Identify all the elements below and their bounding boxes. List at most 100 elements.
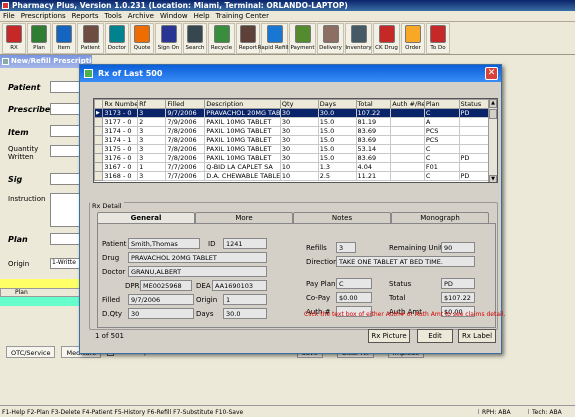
tab-monograph[interactable]: Monograph [391, 212, 489, 223]
table-cell: 107.22 [355, 108, 392, 118]
table-cell: 30.0 [317, 108, 357, 118]
menu-window[interactable]: Window [160, 12, 188, 21]
column-header[interactable]: Rx Number [102, 99, 139, 109]
table-row[interactable]: 3176 - 0 3 7/8/2006 PAXIL 10MG TABLET 30 15.0… [94, 153, 489, 163]
table-cell: 7/8/2006 [165, 153, 206, 163]
table-cell: C [423, 171, 460, 181]
toolbar-report-button[interactable]: Report [236, 23, 260, 54]
pay-plan-label: Pay Plan [306, 280, 336, 288]
scroll-down-icon[interactable]: ▼ [489, 175, 497, 182]
column-header[interactable]: Auth #/Ref [390, 99, 425, 109]
plan-icon [31, 25, 47, 43]
menu-archive[interactable]: Archive [128, 12, 154, 21]
table-row[interactable]: 3168 - 0 3 7/7/2006 D.A. CHEWABLE TABLET 10 2… [94, 171, 489, 181]
rph-status: RPH: ABA [478, 409, 528, 416]
toolbar-label: Quote [133, 45, 151, 51]
search-icon [187, 25, 203, 43]
copay-label: Co-Pay [306, 294, 331, 302]
table-row[interactable]: 3174 - 1 3 7/8/2006 PAXIL 10MG TABLET 30 15.0… [94, 135, 489, 145]
scroll-up-icon[interactable]: ▲ [489, 99, 497, 108]
toolbar-doctor-button[interactable]: Doctor [105, 23, 129, 54]
rx-picture-button[interactable]: Rx Picture [368, 329, 410, 343]
table-cell: 1.3 [317, 162, 357, 172]
toolbar-label: Item [57, 45, 71, 51]
toolbar-item-button[interactable]: Item [52, 23, 76, 54]
toolbar-rx-button[interactable]: RX [2, 23, 26, 54]
copay-value: $0.00 [336, 292, 372, 303]
toolbar-delivery-button[interactable]: Delivery [317, 23, 344, 54]
table-cell: PD [458, 153, 489, 163]
table-cell: 7/9/2006 [165, 117, 206, 127]
toolbar-quote-button[interactable]: Quote [130, 23, 154, 54]
drug-value: PRAVACHOL 20MG TABLET [128, 252, 267, 263]
dpr-value: ME0025968 [140, 280, 192, 291]
rx-label-button[interactable]: Rx Label [458, 329, 496, 343]
table-cell: PAXIL 10MG TABLET [204, 117, 281, 127]
menu-help[interactable]: Help [194, 12, 210, 21]
close-icon[interactable]: ✕ [485, 67, 498, 80]
toolbar-inventory-button[interactable]: Inventory [345, 23, 372, 54]
toolbar-label: Rapid Refills [257, 45, 292, 51]
instruction-field[interactable] [50, 193, 80, 227]
menu-prescriptions[interactable]: Prescriptions [21, 12, 66, 21]
prescriber-field[interactable] [50, 103, 80, 115]
table-cell: PRAVACHOL 20MG TABLET [204, 108, 281, 118]
plan-field[interactable] [50, 233, 80, 245]
otc-service-button[interactable]: OTC/Service [6, 346, 56, 358]
table-row[interactable]: ▶3173 - 039/7/2006PRAVACHOL 20MG TABLET3… [94, 108, 489, 118]
toolbar-todo-button[interactable]: To Do [426, 23, 450, 54]
origin-field[interactable]: 1-Writte [50, 258, 80, 269]
dqty-label: D.Qty [102, 310, 123, 318]
menu-reports[interactable]: Reports [72, 12, 99, 21]
menu-training-center[interactable]: Training Center [216, 12, 269, 21]
table-cell: 7/8/2006 [165, 126, 206, 136]
table-cell: 3173 - 0 [102, 108, 139, 118]
toolbar-recycle-button[interactable]: Recycle [208, 23, 235, 54]
column-header[interactable]: Description [204, 99, 281, 109]
quantity-label: Quantity Written [8, 145, 39, 161]
tab-more[interactable]: More [195, 212, 293, 223]
tab-notes[interactable]: Notes [293, 212, 391, 223]
table-cell: PD [458, 108, 489, 118]
rx-icon [6, 25, 22, 43]
toolbar-rapid-refills-button[interactable]: Rapid Refills [258, 23, 291, 54]
id-label: ID [208, 240, 216, 248]
menu-tools[interactable]: Tools [105, 12, 122, 21]
row-indicator [94, 171, 104, 181]
table-row[interactable]: 3167 - 0 1 7/7/2006 Q-BID LA CAPLET SA 10 1.3… [94, 162, 489, 172]
column-header[interactable]: Rf [137, 99, 167, 109]
column-header[interactable]: Days [317, 99, 357, 109]
toolbar-sign-on-button[interactable]: Sign On [155, 23, 182, 54]
table-cell: 3 [137, 144, 167, 154]
item-field[interactable] [50, 125, 80, 137]
table-row[interactable]: 3174 - 0 3 7/8/2006 PAXIL 10MG TABLET 30 15.0… [94, 126, 489, 136]
toolbar-order-button[interactable]: Order [401, 23, 425, 54]
dqty-value: 30 [128, 308, 194, 319]
row-indicator [94, 144, 104, 154]
edit-button[interactable]: Edit [417, 329, 453, 343]
patient-field[interactable] [50, 81, 80, 93]
table-cell [390, 153, 425, 163]
scroll-thumb[interactable] [489, 109, 497, 119]
column-header[interactable]: Status [458, 99, 489, 109]
toolbar-search-button[interactable]: Search [183, 23, 207, 54]
table-row[interactable]: 3175 - 0 3 7/8/2006 PAXIL 10MG TABLET 30 15.0… [94, 144, 489, 154]
column-header[interactable]: Total [355, 99, 392, 109]
grid-scrollbar[interactable]: ▲ ▼ [488, 99, 497, 182]
column-header[interactable]: Filled [165, 99, 206, 109]
column-header[interactable]: Qty [279, 99, 319, 109]
menu-file[interactable]: File [3, 12, 15, 21]
column-header[interactable]: Plan [423, 99, 460, 109]
table-cell: PD [458, 171, 489, 181]
toolbar-plan-button[interactable]: Plan [27, 23, 51, 54]
toolbar-check-drug-button[interactable]: CK Drug [373, 23, 400, 54]
quantity-field[interactable] [50, 145, 80, 157]
item-icon [56, 25, 72, 43]
sig-field[interactable] [50, 173, 80, 185]
toolbar-patient-button[interactable]: Patient [77, 23, 104, 54]
table-cell: PAXIL 10MG TABLET [204, 153, 281, 163]
table-row[interactable]: 3177 - 0 2 7/9/2006 PAXIL 10MG TABLET 30 15.0… [94, 117, 489, 127]
toolbar-payment-button[interactable]: Payment [289, 23, 316, 54]
record-count: 1 of 501 [95, 332, 125, 340]
dialog-title-bar: Rx of Last 500 ✕ [80, 65, 501, 82]
